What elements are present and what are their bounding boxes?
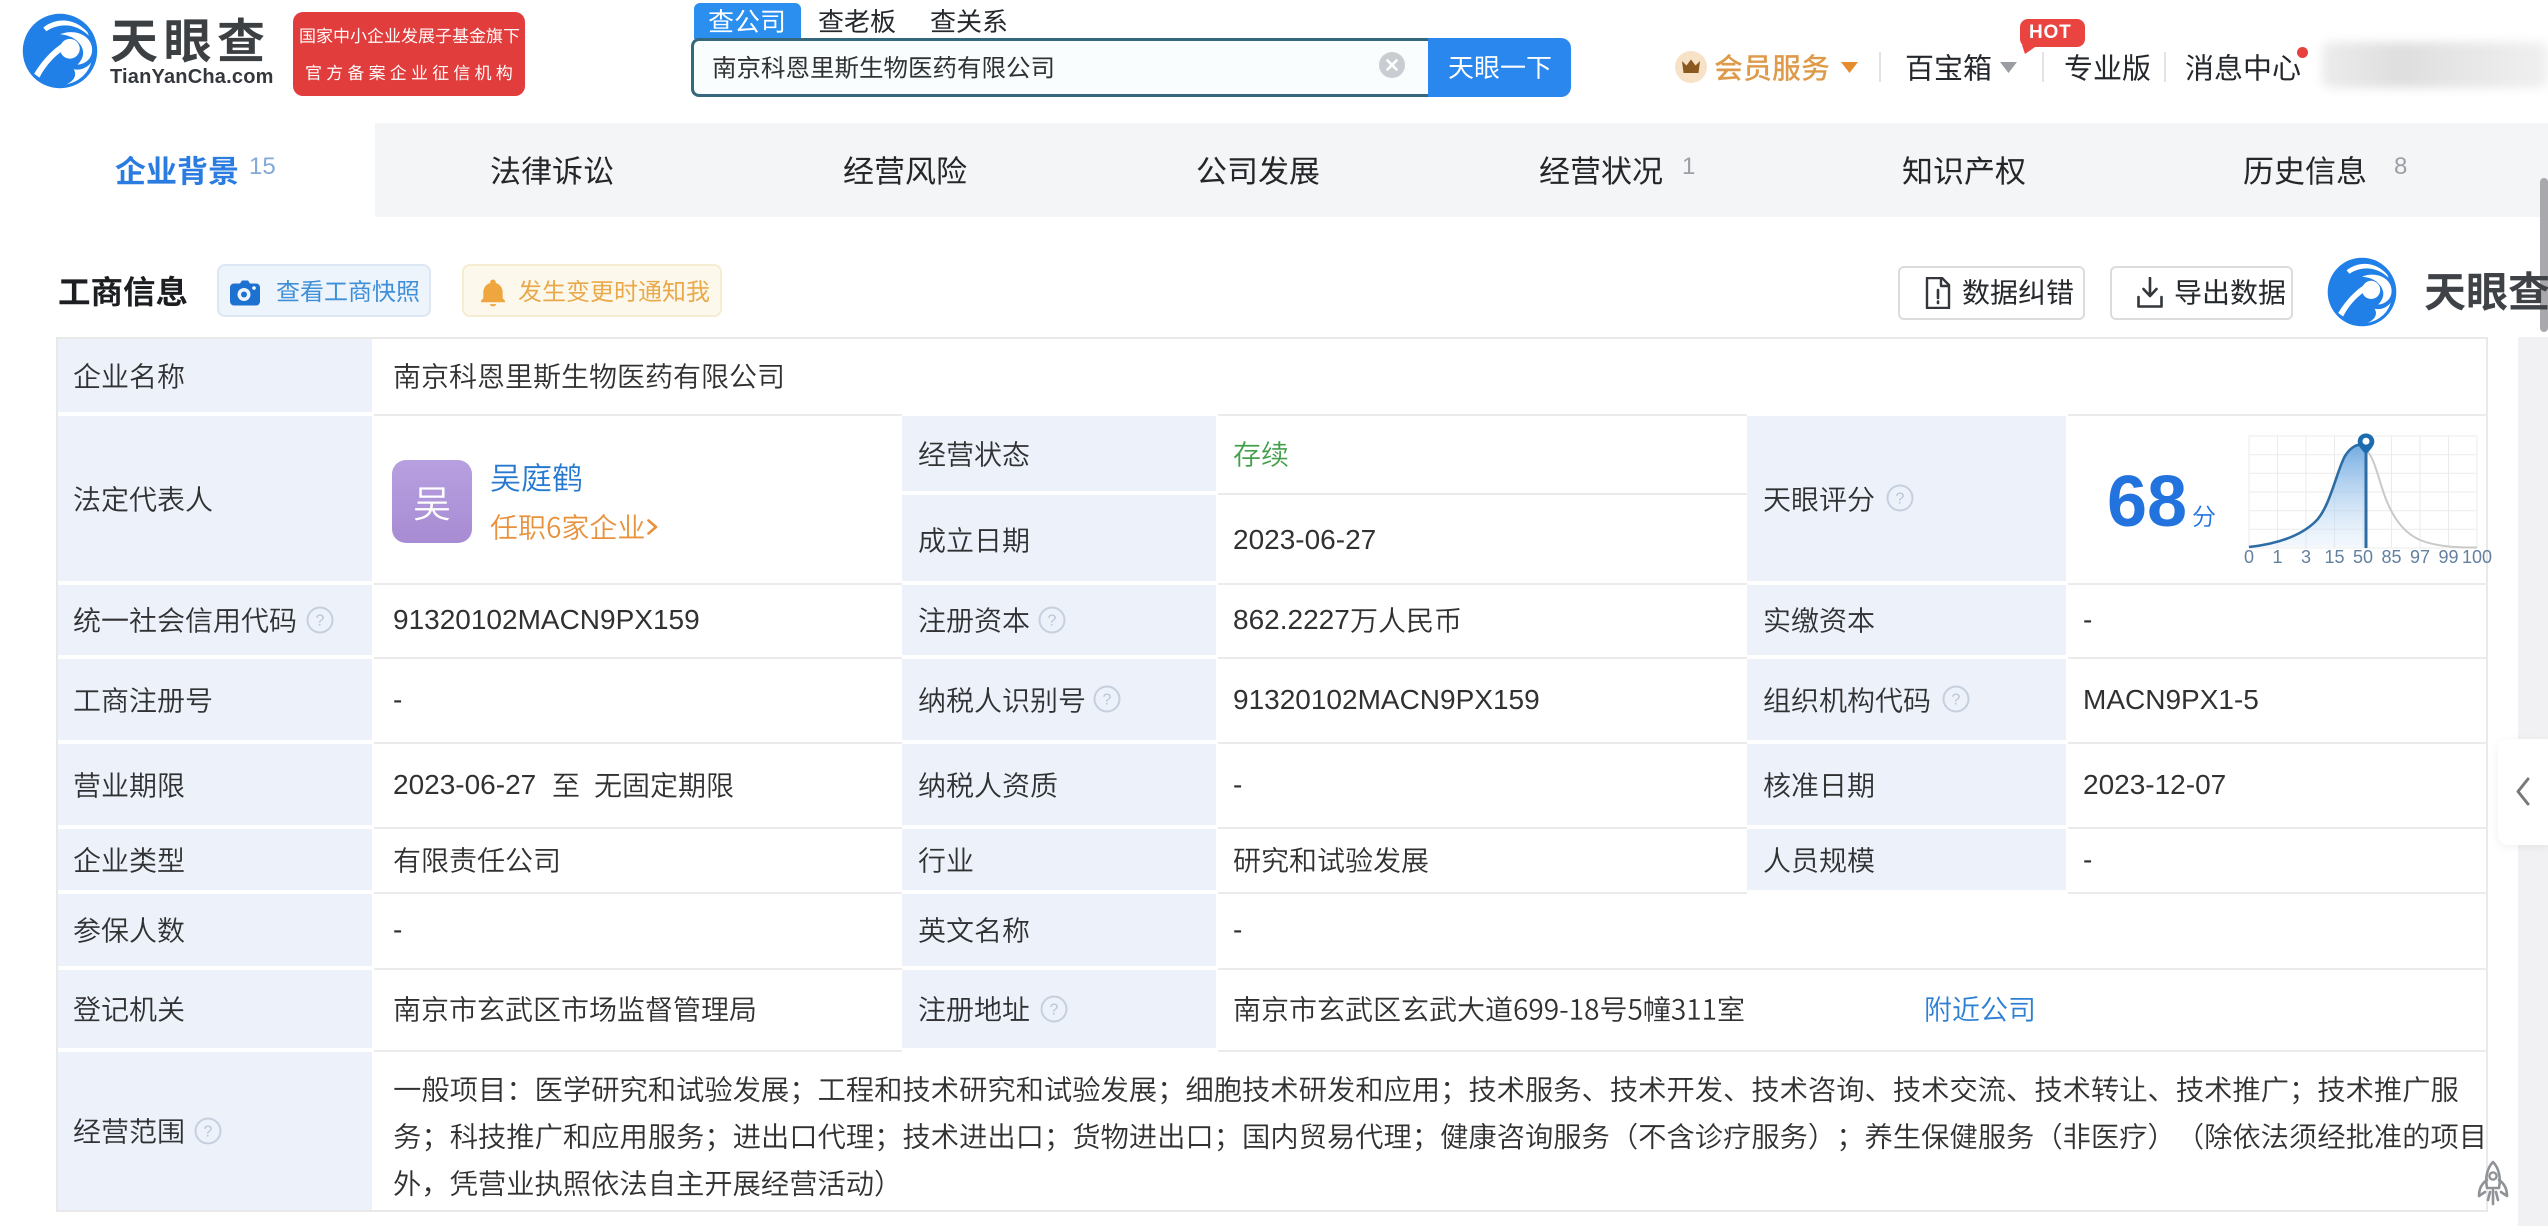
svg-text:?: ? bbox=[1952, 692, 1961, 709]
svg-text:?: ? bbox=[1048, 613, 1057, 630]
svg-text:?: ? bbox=[1050, 1002, 1059, 1019]
svg-text:?: ? bbox=[316, 613, 325, 630]
svg-text:?: ? bbox=[204, 1124, 213, 1141]
svg-text:?: ? bbox=[1103, 692, 1112, 709]
svg-text:?: ? bbox=[1896, 491, 1905, 508]
